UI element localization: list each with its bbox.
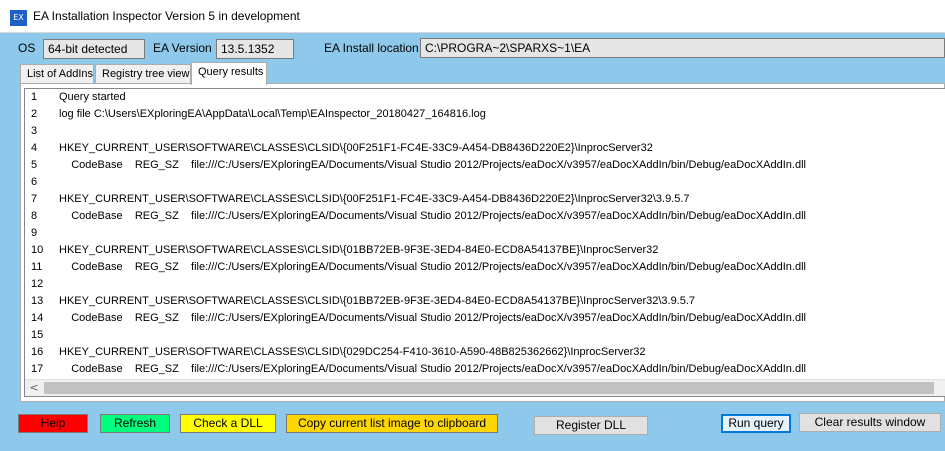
row-number: 6 [31,176,38,188]
refresh-button[interactable]: Refresh [100,414,170,433]
result-row[interactable]: 13 HKEY_CURRENT_USER\SOFTWARE\CLASSES\CLS… [25,293,945,310]
result-row[interactable]: 8 CodeBase REG_SZ file:///C:/Users/EXplo… [25,208,945,225]
row-number: 13 [31,295,44,307]
copy-list-image-button[interactable]: Copy current list image to clipboard [286,414,498,433]
row-number: 1 [31,91,38,103]
row-text: HKEY_CURRENT_USER\SOFTWARE\CLASSES\CLSID… [59,193,690,205]
row-number: 12 [31,278,44,290]
app-icon: EX [10,10,27,26]
row-number: 14 [31,312,44,324]
row-text: log file C:\Users\EXploringEA\AppData\Lo… [59,108,486,120]
row-number: 4 [31,142,38,154]
results-list[interactable]: 1 Query started 2 log file C:\Users\EXplori… [24,88,945,397]
result-row[interactable]: 16 HKEY_CURRENT_USER\SOFTWARE\CLASSES\CLS… [25,344,945,361]
result-row[interactable]: 1 Query started [25,89,945,106]
row-text: HKEY_CURRENT_USER\SOFTWARE\CLASSES\CLSID… [59,142,653,154]
row-number: 3 [31,125,38,137]
row-number: 11 [31,261,43,273]
scroll-left-icon[interactable]: < [27,381,41,395]
result-row[interactable]: 15 [25,327,945,344]
install-location-field: C:\PROGRA~2\SPARXS~1\EA [420,38,945,58]
title-bar: EX EA Installation Inspector Version 5 i… [0,0,945,33]
ea-version-label: EA Version [153,41,212,55]
results-rows: 1 Query started 2 log file C:\Users\EXplori… [25,89,945,381]
tab-query-results[interactable]: Query results [191,62,267,85]
row-text: HKEY_CURRENT_USER\SOFTWARE\CLASSES\CLSID… [59,295,696,307]
scrollbar-thumb[interactable] [44,382,934,394]
row-number: 5 [31,159,38,171]
result-row[interactable]: 7 HKEY_CURRENT_USER\SOFTWARE\CLASSES\CLSI… [25,191,945,208]
run-query-button[interactable]: Run query [721,414,791,433]
row-number: 16 [31,346,44,358]
row-number: 17 [31,363,44,375]
install-location-label: EA Install location [324,41,419,55]
register-dll-button[interactable]: Register DLL [534,416,648,435]
window-title: EA Installation Inspector Version 5 in d… [33,9,300,23]
result-row[interactable]: 10 HKEY_CURRENT_USER\SOFTWARE\CLASSES\CLS… [25,242,945,259]
horizontal-scrollbar[interactable]: < [25,379,945,396]
row-text: CodeBase REG_SZ file:///C:/Users/EXplori… [59,363,806,375]
row-number: 10 [31,244,44,256]
query-results-panel: 1 Query started 2 log file C:\Users\EXplori… [20,83,945,402]
result-row[interactable]: 12 [25,276,945,293]
row-text: CodeBase REG_SZ file:///C:/Users/EXplori… [59,210,806,222]
result-row[interactable]: 14 CodeBase REG_SZ file:///C:/Users/EXpl… [25,310,945,327]
tab-registry-tree-view[interactable]: Registry tree view [95,64,191,84]
clear-results-button[interactable]: Clear results window [799,413,941,432]
row-number: 7 [31,193,38,205]
help-button[interactable]: Help [18,414,88,433]
row-text: CodeBase REG_SZ file:///C:/Users/EXplori… [59,312,806,324]
ea-version-field: 13.5.1352 [216,39,294,59]
row-number: 2 [31,108,38,120]
row-text: HKEY_CURRENT_USER\SOFTWARE\CLASSES\CLSID… [59,346,646,358]
result-row[interactable]: 5 CodeBase REG_SZ file:///C:/Users/EXplo… [25,157,945,174]
row-number: 9 [31,227,38,239]
row-text: CodeBase REG_SZ file:///C:/Users/EXplori… [59,261,806,273]
check-dll-button[interactable]: Check a DLL [180,414,276,433]
tab-list-of-addins[interactable]: List of AddIns [20,64,94,84]
result-row[interactable]: 9 [25,225,945,242]
os-label: OS [18,41,36,55]
row-text: Query started [59,91,126,103]
result-row[interactable]: 2 log file C:\Users\EXploringEA\AppData\L… [25,106,945,123]
row-number: 15 [31,329,44,341]
result-row[interactable]: 17 CodeBase REG_SZ file:///C:/Users/EXpl… [25,361,945,378]
row-text: HKEY_CURRENT_USER\SOFTWARE\CLASSES\CLSID… [59,244,659,256]
result-row[interactable]: 11 CodeBase REG_SZ file:///C:/Users/EXpl… [25,259,945,276]
result-row[interactable]: 3 [25,123,945,140]
row-text: CodeBase REG_SZ file:///C:/Users/EXplori… [59,159,806,171]
result-row[interactable]: 4 HKEY_CURRENT_USER\SOFTWARE\CLASSES\CLSI… [25,140,945,157]
os-field: 64-bit detected [43,39,145,59]
result-row[interactable]: 6 [25,174,945,191]
row-number: 8 [31,210,38,222]
